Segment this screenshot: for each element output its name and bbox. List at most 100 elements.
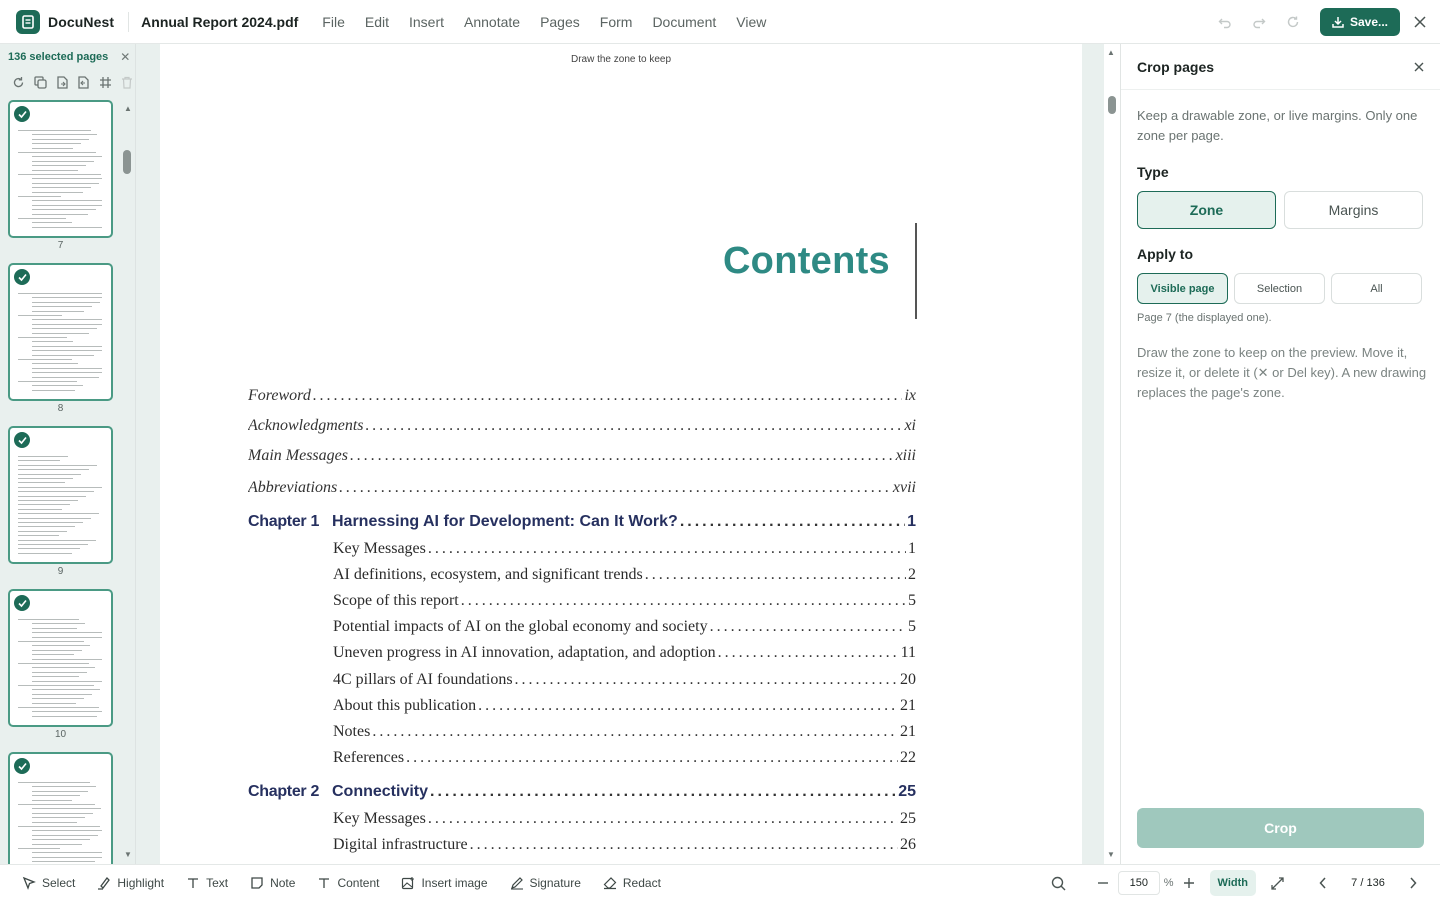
- menu-insert[interactable]: Insert: [399, 14, 454, 30]
- toc-entry[interactable]: Potential impacts of AI on the global ec…: [333, 618, 916, 636]
- toc-entry[interactable]: AI definitions, ecosystem, and significa…: [333, 566, 916, 584]
- menu-document[interactable]: Document: [642, 14, 726, 30]
- next-page-icon[interactable]: [1398, 868, 1428, 898]
- toc-entry[interactable]: 4C pillars of AI foundations............…: [333, 671, 916, 689]
- crop-button[interactable]: Crop: [1137, 808, 1424, 848]
- type-zone-button[interactable]: Zone: [1137, 191, 1276, 229]
- fullscreen-icon[interactable]: [1262, 868, 1292, 898]
- scrollbar-thumb[interactable]: [1108, 96, 1116, 114]
- toc-page-number: ix: [904, 387, 916, 404]
- replace-page-icon[interactable]: [76, 73, 92, 91]
- toc-entry[interactable]: Scope of this report....................…: [333, 592, 916, 610]
- search-icon[interactable]: [1044, 868, 1074, 898]
- toc-page-number: 2: [908, 566, 916, 584]
- crop-icon[interactable]: [98, 73, 114, 91]
- thumbnail-text-line: [32, 812, 93, 814]
- save-button[interactable]: Save...: [1319, 8, 1400, 36]
- check-icon[interactable]: [14, 595, 30, 611]
- scrollbar-thumb[interactable]: [123, 150, 131, 174]
- zoom-out-icon[interactable]: [1088, 868, 1118, 898]
- document-scrollbar[interactable]: ▲ ▼: [1104, 44, 1120, 864]
- select-tool[interactable]: Select: [22, 876, 75, 890]
- note-tool[interactable]: Note: [250, 876, 295, 890]
- page-thumbnail[interactable]: [8, 752, 113, 864]
- thumbnail-text-line: [32, 654, 74, 656]
- toc-entry[interactable]: Chapter 1 Harnessing AI for Development: …: [248, 513, 916, 531]
- thumbnail-scrollbar[interactable]: ▲ ▼: [120, 100, 136, 864]
- apply-selection-button[interactable]: Selection: [1234, 273, 1325, 304]
- check-icon[interactable]: [14, 432, 30, 448]
- delete-icon[interactable]: [119, 73, 135, 91]
- scroll-down-icon[interactable]: ▼: [123, 850, 133, 860]
- menu-edit[interactable]: Edit: [355, 14, 399, 30]
- toc-entry[interactable]: Abbreviations...........................…: [248, 479, 916, 497]
- thumbnail-list[interactable]: 7 8 9 10: [0, 100, 120, 864]
- toc-entry[interactable]: About this publication..................…: [333, 697, 916, 715]
- previous-page-icon[interactable]: [1308, 868, 1338, 898]
- toc-entry-label: Key Messages: [333, 810, 426, 827]
- refresh-icon[interactable]: [1276, 5, 1310, 39]
- toc-entry[interactable]: Key Messages............................…: [333, 540, 916, 558]
- check-icon[interactable]: [14, 758, 30, 774]
- close-panel-icon[interactable]: [1414, 59, 1424, 75]
- toc-entry[interactable]: Acknowledgments.........................…: [248, 417, 916, 435]
- scroll-down-icon[interactable]: ▼: [1107, 850, 1115, 859]
- toc-entry[interactable]: Uneven progress in AI innovation, adapta…: [333, 644, 916, 662]
- type-margins-button[interactable]: Margins: [1284, 191, 1423, 229]
- check-icon[interactable]: [14, 269, 30, 285]
- menu-view[interactable]: View: [726, 14, 776, 30]
- extract-page-icon[interactable]: [54, 73, 70, 91]
- close-icon[interactable]: [1400, 0, 1440, 44]
- fit-width-button[interactable]: Width: [1209, 870, 1256, 896]
- page-thumbnail[interactable]: [8, 100, 113, 238]
- toc-leader-dots: ........................................…: [709, 618, 906, 636]
- signature-tool[interactable]: Signature: [510, 876, 581, 890]
- page-indicator[interactable]: 7 / 136: [1338, 877, 1398, 889]
- menu-file[interactable]: File: [312, 14, 355, 30]
- menu-pages[interactable]: Pages: [530, 14, 590, 30]
- redo-icon[interactable]: [1242, 5, 1276, 39]
- scroll-up-icon[interactable]: ▲: [123, 104, 133, 114]
- menu-form[interactable]: Form: [590, 14, 643, 30]
- toc-entry-label: Notes: [333, 722, 371, 740]
- apply-all-button[interactable]: All: [1331, 273, 1422, 304]
- toc-entry[interactable]: References..............................…: [333, 749, 916, 767]
- toc-entry[interactable]: Digital infrastructure..................…: [333, 836, 916, 854]
- toc-entry-label: Potential impacts of AI on the global ec…: [333, 618, 708, 636]
- toc-entry-label: Key Messages: [333, 540, 426, 557]
- document-viewer[interactable]: Draw the zone to keep Contents Foreword.…: [136, 44, 1120, 864]
- text-tool[interactable]: Text: [186, 876, 228, 890]
- scroll-up-icon[interactable]: ▲: [1107, 48, 1115, 57]
- page-thumbnail[interactable]: [8, 263, 113, 401]
- menu-annotate[interactable]: Annotate: [454, 14, 530, 30]
- thumbnail-text-line: [32, 328, 97, 330]
- toc-entry-label: Acknowledgments: [248, 417, 364, 434]
- highlight-tool[interactable]: Highlight: [97, 876, 164, 890]
- content-tool-label: Content: [337, 875, 380, 890]
- check-icon[interactable]: [14, 106, 30, 122]
- thumbnail-text-line: [18, 196, 61, 197]
- rotate-icon[interactable]: [11, 73, 27, 91]
- undo-icon[interactable]: [1208, 5, 1242, 39]
- toc-entry[interactable]: Main Messages...........................…: [248, 447, 916, 465]
- content-tool[interactable]: Content: [317, 876, 379, 890]
- insert-image-tool[interactable]: Insert image: [401, 876, 488, 890]
- apply-visible-page-button[interactable]: Visible page: [1137, 273, 1228, 304]
- toc-entry[interactable]: Chapter 2 Connectivity...................…: [248, 783, 916, 801]
- toc-entry[interactable]: Foreword................................…: [248, 387, 916, 405]
- zoom-input[interactable]: 150: [1117, 871, 1160, 895]
- pdf-page[interactable]: Draw the zone to keep Contents Foreword.…: [160, 44, 1082, 864]
- toc-entry[interactable]: Key Messages............................…: [333, 810, 916, 828]
- thumbnail-text-line: [18, 508, 62, 510]
- thumbnail-text-line: [32, 645, 90, 647]
- page-thumbnail[interactable]: [8, 589, 113, 727]
- toc-entry[interactable]: Notes...................................…: [333, 723, 916, 741]
- thumbnail-text-line: [32, 301, 100, 303]
- zoom-in-icon[interactable]: [1174, 868, 1204, 898]
- redact-tool[interactable]: Redact: [603, 876, 661, 890]
- page-thumbnail[interactable]: [8, 426, 113, 564]
- toc-leader-dots: ........................................…: [460, 592, 906, 610]
- thumbnail-text-line: [18, 535, 59, 537]
- duplicate-icon[interactable]: [33, 73, 49, 91]
- clear-selection-icon[interactable]: ✕: [120, 50, 130, 64]
